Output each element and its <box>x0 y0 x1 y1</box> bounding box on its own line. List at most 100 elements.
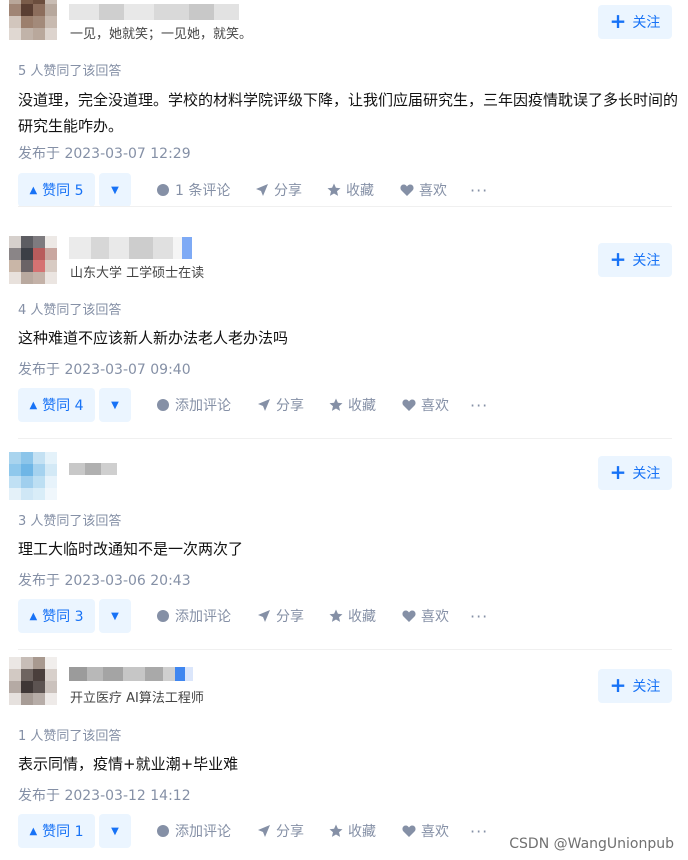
comment-button[interactable]: 添加评论 <box>156 814 231 848</box>
vote-count-text: 5 人赞同了该回答 <box>18 64 122 79</box>
like-label: 喜欢 <box>421 398 449 414</box>
share-icon <box>258 399 270 411</box>
comment-icon <box>157 184 169 196</box>
upvote-button[interactable]: ▲ 赞同 4 <box>18 388 95 422</box>
share-button[interactable]: 分享 <box>257 599 304 633</box>
like-button[interactable]: 喜欢 <box>400 173 447 207</box>
plus-icon: + <box>609 673 627 697</box>
comment-label: 1 条评论 <box>175 183 231 199</box>
publish-date[interactable]: 发布于 2023-03-06 20:43 <box>18 570 191 590</box>
publish-date[interactable]: 发布于 2023-03-07 12:29 <box>18 143 191 163</box>
answer-content: 没道理，完全没道理。学校的材料学院评级下降，让我们应届研究生，三年因疫情耽误了多… <box>18 91 679 135</box>
upvote-button[interactable]: ▲ 赞同 3 <box>18 599 95 633</box>
triangle-down-icon: ▼ <box>111 184 119 196</box>
triangle-up-icon: ▲ <box>29 399 38 411</box>
answer-content: 这种难道不应该新人新办法老人老办法吗 <box>18 329 289 347</box>
like-label: 喜欢 <box>419 183 447 199</box>
comment-icon <box>157 610 169 622</box>
upvote-button[interactable]: ▲ 赞同 1 <box>18 814 95 848</box>
collect-button[interactable]: 收藏 <box>327 173 374 207</box>
publish-date[interactable]: 发布于 2023-03-12 14:12 <box>18 785 191 805</box>
username[interactable] <box>69 237 192 259</box>
follow-button[interactable]: + 关注 <box>598 456 672 490</box>
comment-label: 添加评论 <box>175 398 231 414</box>
plus-icon: + <box>609 9 627 33</box>
downvote-button[interactable]: ▼ <box>99 173 131 207</box>
collect-button[interactable]: 收藏 <box>329 599 376 633</box>
more-options-icon[interactable]: ··· <box>470 173 488 207</box>
more-options-icon[interactable]: ··· <box>470 388 488 422</box>
share-label: 分享 <box>276 824 304 840</box>
share-button[interactable]: 分享 <box>257 814 304 848</box>
share-icon <box>258 825 270 837</box>
follow-button[interactable]: + 关注 <box>598 5 672 39</box>
answer-content: 理工大临时改通知不是一次两次了 <box>18 540 244 558</box>
like-button[interactable]: 喜欢 <box>402 814 449 848</box>
comment-button[interactable]: 添加评论 <box>156 388 231 422</box>
more-options-icon[interactable]: ··· <box>470 599 488 633</box>
collect-button[interactable]: 收藏 <box>329 388 376 422</box>
downvote-button[interactable]: ▼ <box>99 599 131 633</box>
action-bar: ▲ 赞同 4 ▼ 添加评论 分享 收藏 喜欢 ··· <box>18 388 688 422</box>
share-button[interactable]: 分享 <box>255 173 302 207</box>
action-bar: ▲ 赞同 3 ▼ 添加评论 分享 收藏 喜欢 ··· <box>18 599 688 633</box>
username[interactable] <box>69 667 193 681</box>
comment-button[interactable]: 1 条评论 <box>156 173 230 207</box>
share-button[interactable]: 分享 <box>257 388 304 422</box>
answer-card: 一见，她就笑；一见她，就笑。 + 关注 5 人赞同了该回答 没道理，完全没道理。… <box>0 0 688 207</box>
vote-count-text: 4 人赞同了该回答 <box>18 303 122 318</box>
triangle-up-icon: ▲ <box>29 184 38 196</box>
heart-icon <box>400 184 414 196</box>
triangle-down-icon: ▼ <box>111 399 119 411</box>
triangle-down-icon: ▼ <box>111 825 119 837</box>
collect-label: 收藏 <box>348 824 376 840</box>
upvote-label: 赞同 4 <box>42 398 84 414</box>
like-button[interactable]: 喜欢 <box>402 599 449 633</box>
downvote-button[interactable]: ▼ <box>99 814 131 848</box>
follow-label: 关注 <box>632 15 661 31</box>
share-icon <box>256 184 268 196</box>
publish-date[interactable]: 发布于 2023-03-07 09:40 <box>18 359 191 379</box>
triangle-up-icon: ▲ <box>29 610 38 622</box>
action-bar: ▲ 赞同 5 ▼ 1 条评论 分享 收藏 喜欢 ··· <box>18 173 688 207</box>
avatar[interactable] <box>9 452 57 500</box>
comment-icon <box>157 825 169 837</box>
follow-label: 关注 <box>632 466 661 482</box>
star-icon <box>329 398 343 411</box>
comment-button[interactable]: 添加评论 <box>156 599 231 633</box>
like-label: 喜欢 <box>421 824 449 840</box>
more-options-icon[interactable]: ··· <box>470 814 488 848</box>
avatar[interactable] <box>9 0 57 40</box>
answer-card: + 关注 3 人赞同了该回答 理工大临时改通知不是一次两次了 发布于 2023-… <box>0 439 688 650</box>
answer-card: 山东大学 工学硕士在读 + 关注 4 人赞同了该回答 这种难道不应该新人新办法老… <box>0 224 688 439</box>
triangle-down-icon: ▼ <box>111 610 119 622</box>
answer-content: 表示同情，疫情+就业潮+毕业难 <box>18 755 239 773</box>
heart-icon <box>402 610 416 622</box>
collect-label: 收藏 <box>348 609 376 625</box>
upvote-button[interactable]: ▲ 赞同 5 <box>18 173 95 207</box>
avatar[interactable] <box>9 657 57 705</box>
vote-count-text: 3 人赞同了该回答 <box>18 514 122 529</box>
share-label: 分享 <box>276 398 304 414</box>
triangle-up-icon: ▲ <box>29 825 38 837</box>
collect-button[interactable]: 收藏 <box>329 814 376 848</box>
star-icon <box>329 824 343 837</box>
watermark: CSDN @WangUnionpub <box>509 836 674 852</box>
collect-label: 收藏 <box>346 183 374 199</box>
star-icon <box>327 183 341 196</box>
divider <box>18 206 672 207</box>
username[interactable] <box>69 4 239 20</box>
star-icon <box>329 609 343 622</box>
comment-label: 添加评论 <box>175 609 231 625</box>
username[interactable] <box>69 463 117 475</box>
like-button[interactable]: 喜欢 <box>402 388 449 422</box>
comment-label: 添加评论 <box>175 824 231 840</box>
upvote-label: 赞同 1 <box>42 824 84 840</box>
share-icon <box>258 610 270 622</box>
follow-button[interactable]: + 关注 <box>598 243 672 277</box>
plus-icon: + <box>609 247 627 271</box>
avatar[interactable] <box>9 236 57 284</box>
downvote-button[interactable]: ▼ <box>99 388 131 422</box>
follow-button[interactable]: + 关注 <box>598 669 672 703</box>
comment-icon <box>157 399 169 411</box>
